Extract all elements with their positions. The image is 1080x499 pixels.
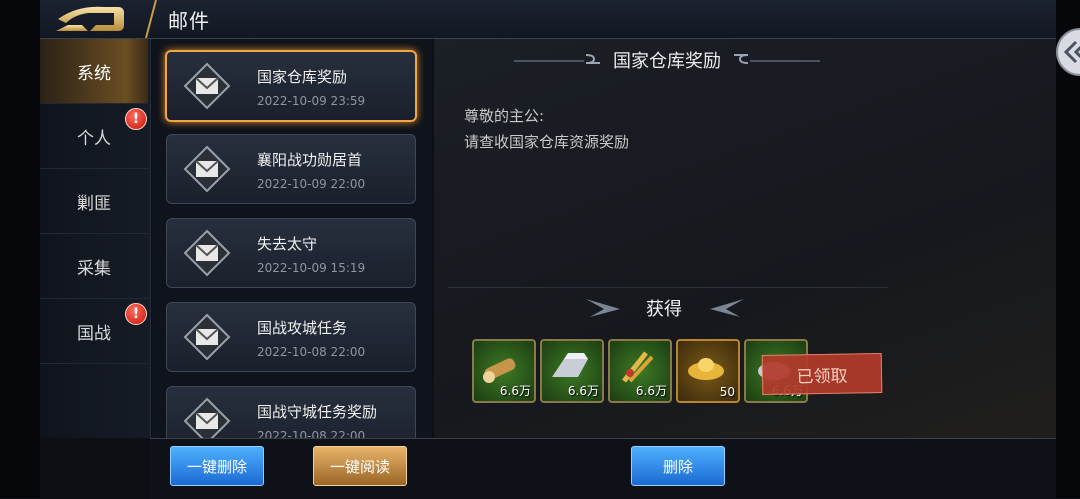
- sidebar-item-gather[interactable]: 采集: [40, 234, 148, 299]
- alert-badge: !: [125, 303, 147, 325]
- claimed-stamp: 已领取: [761, 352, 883, 396]
- sidebar-item-label: 国战: [77, 323, 111, 344]
- mail-greeting: 尊敬的主公:: [464, 107, 545, 125]
- mail-title: 失去太守: [257, 235, 318, 253]
- reward-label: 获得: [646, 299, 682, 320]
- sidebar-item-label: 系统: [77, 63, 111, 84]
- header-divider-icon: [145, 0, 157, 38]
- mail-date: 2022-10-08 22:00: [257, 429, 366, 438]
- button-label: 一键阅读: [329, 457, 390, 476]
- mail-date: 2022-10-08 22:00: [257, 345, 366, 359]
- section-divider: [448, 287, 888, 288]
- grain-icon: [622, 351, 654, 383]
- mail-body: 请查收国家仓库资源奖励: [464, 133, 630, 151]
- sidebar-item-label: 采集: [77, 258, 111, 279]
- sidebar-item-personal[interactable]: 个人 !: [40, 104, 148, 169]
- wood-icon: [483, 358, 516, 383]
- delete-button[interactable]: 删除: [631, 446, 725, 486]
- reward-item-wood[interactable]: 6.6万: [472, 339, 536, 403]
- wing-ornament-left-icon: [586, 299, 620, 317]
- sidebar-item-national-war[interactable]: 国战 !: [40, 299, 148, 364]
- reward-item-iron[interactable]: 6.6万: [540, 339, 604, 403]
- mail-item[interactable]: 国战守城任务奖励 2022-10-08 22:00: [166, 386, 416, 438]
- double-chevron-left-icon: [1063, 40, 1080, 64]
- back-button[interactable]: [48, 3, 140, 35]
- mail-date: 2022-10-09 23:59: [257, 94, 366, 108]
- reward-quantity: 6.6万: [635, 384, 667, 398]
- sidebar-item-bandits[interactable]: 剿匪: [40, 169, 148, 234]
- reward-quantity: 50: [719, 385, 735, 399]
- sidebar-item-system[interactable]: 系统: [40, 39, 148, 104]
- reward-item-grain[interactable]: 6.6万: [608, 339, 672, 403]
- mail-detail-panel: 国家仓库奖励 尊敬的主公: 请查收国家仓库资源奖励 获得 6.6万 6.6万 6…: [434, 39, 1056, 438]
- mail-detail-title: 国家仓库奖励: [613, 51, 721, 72]
- category-sidebar: 系统 个人 ! 剿匪 采集 国战 !: [40, 39, 151, 438]
- collapse-button[interactable]: [1056, 28, 1080, 76]
- sidebar-item-label: 个人: [77, 128, 111, 149]
- mail-title: 国战守城任务奖励: [257, 403, 378, 421]
- mail-item[interactable]: 失去太守 2022-10-09 15:19: [166, 218, 416, 288]
- reward-quantity: 6.6万: [567, 384, 599, 398]
- wing-ornament-right-icon: [710, 299, 744, 317]
- title-ornament-left-icon: [514, 54, 600, 64]
- bottom-action-bar: [150, 438, 1056, 499]
- mail-title: 国战攻城任务: [257, 319, 348, 337]
- mail-title: 国家仓库奖励: [257, 68, 348, 86]
- header-bar: 邮件: [40, 0, 1056, 39]
- reward-item-gold[interactable]: 50: [676, 339, 740, 403]
- mail-list[interactable]: 国家仓库奖励 2022-10-09 23:59 襄阳战功勋居首 2022-10-…: [152, 39, 432, 438]
- button-label: 删除: [662, 457, 693, 476]
- mail-envelope-icon: [183, 397, 231, 438]
- mail-date: 2022-10-09 15:19: [257, 261, 366, 275]
- mail-item[interactable]: 襄阳战功勋居首 2022-10-09 22:00: [166, 134, 416, 204]
- page-title: 邮件: [168, 9, 210, 33]
- screen-edge-left: [0, 0, 40, 498]
- iron-icon: [552, 353, 588, 377]
- mail-item[interactable]: 国家仓库奖励 2022-10-09 23:59: [165, 50, 417, 122]
- mail-envelope-icon: [183, 145, 231, 193]
- title-ornament-right-icon: [734, 54, 820, 64]
- delete-all-button[interactable]: 一键删除: [170, 446, 264, 486]
- alert-badge: !: [125, 108, 147, 130]
- back-arrow-icon: [56, 6, 124, 31]
- mail-envelope-icon: [183, 229, 231, 277]
- mail-item[interactable]: 国战攻城任务 2022-10-08 22:00: [166, 302, 416, 372]
- button-label: 一键删除: [186, 457, 247, 476]
- mail-envelope-icon: [183, 313, 231, 361]
- read-all-button[interactable]: 一键阅读: [313, 446, 407, 486]
- reward-quantity: 6.6万: [499, 384, 531, 398]
- mail-envelope-icon: [183, 62, 231, 110]
- sidebar-item-label: 剿匪: [77, 193, 111, 214]
- mail-title: 襄阳战功勋居首: [257, 151, 363, 169]
- mail-date: 2022-10-09 22:00: [257, 177, 366, 191]
- gold-ingot-icon: [688, 358, 724, 380]
